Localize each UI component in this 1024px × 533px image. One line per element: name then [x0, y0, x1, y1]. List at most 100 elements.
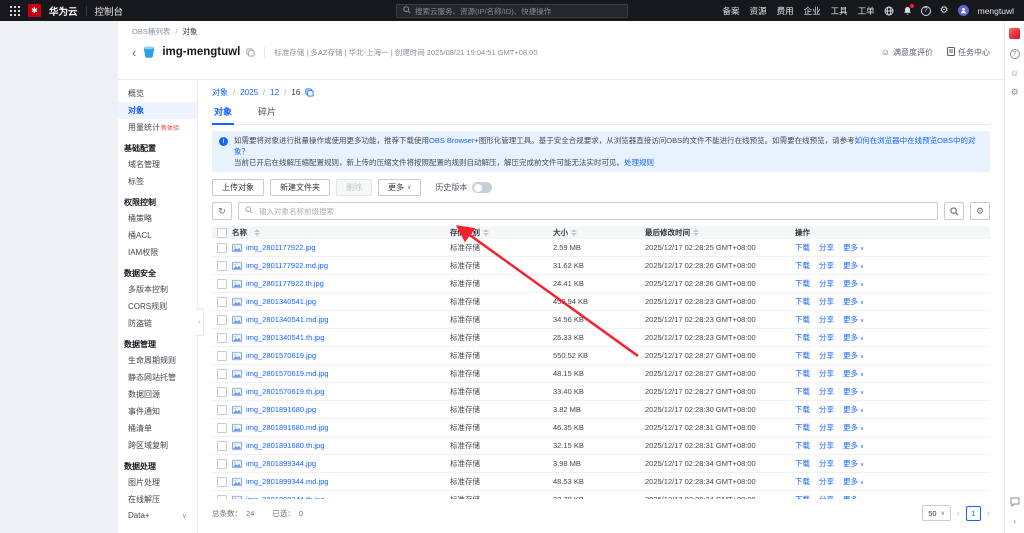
sidebar-item[interactable]: 概览 — [118, 85, 197, 102]
select-all-checkbox[interactable] — [217, 227, 227, 238]
row-action-more[interactable]: 更多∨ — [843, 440, 864, 451]
object-name-link[interactable]: img_2801891680.jpg — [246, 405, 316, 414]
row-action-more[interactable]: 更多∨ — [843, 476, 864, 487]
settings-icon[interactable]: ⚙ — [940, 5, 949, 16]
row-action-more[interactable]: 更多∨ — [843, 386, 864, 397]
global-search-input[interactable]: 搜索云服务、资源(IP/名称/ID)、快捷操作 — [396, 4, 628, 18]
object-search-input[interactable] — [257, 205, 931, 217]
header-nav-item[interactable]: 费用 — [777, 5, 794, 17]
more-button[interactable]: 更多 ∨ — [378, 179, 422, 196]
row-checkbox[interactable] — [217, 494, 227, 499]
row-action-download[interactable]: 下载 — [795, 368, 810, 379]
row-checkbox[interactable] — [217, 314, 227, 325]
upload-object-button[interactable]: 上传对象 — [212, 179, 264, 196]
object-name-link[interactable]: img_2801340541.md.jpg — [246, 315, 329, 324]
path-segment[interactable]: 12 — [270, 88, 279, 97]
bell-icon[interactable] — [903, 3, 914, 16]
support-chat-icon[interactable] — [1010, 497, 1020, 507]
row-checkbox[interactable] — [217, 476, 227, 487]
row-action-more[interactable]: 更多∨ — [843, 296, 864, 307]
row-checkbox[interactable] — [217, 278, 227, 289]
console-link[interactable]: 控制台 — [95, 4, 124, 18]
row-action-share[interactable]: 分享 — [819, 350, 834, 361]
sidebar-item[interactable]: 用量统计 新体验 — [118, 119, 197, 136]
tab[interactable]: 碎片 — [256, 102, 278, 124]
task-center-button[interactable]: 任务中心 — [947, 46, 990, 58]
row-action-download[interactable]: 下载 — [795, 422, 810, 433]
sidebar-item[interactable]: 对象 — [118, 102, 197, 119]
settings-icon[interactable]: ⚙ — [1010, 88, 1018, 97]
row-action-more[interactable]: 更多∨ — [843, 422, 864, 433]
question-icon[interactable]: ? — [920, 5, 931, 16]
sidebar-item[interactable]: CORS规则 — [118, 298, 197, 315]
row-action-more[interactable]: 更多∨ — [843, 278, 864, 289]
header-nav-item[interactable]: 企业 — [804, 5, 821, 17]
row-action-more[interactable]: 更多∨ — [843, 332, 864, 343]
feedback-button[interactable]: ☺ 满意度评价 — [881, 47, 933, 58]
row-action-more[interactable]: 更多∨ — [843, 404, 864, 415]
username[interactable]: mengtuwl — [978, 6, 1014, 16]
banner-link[interactable]: OBS Browser+ — [429, 136, 479, 145]
row-action-share[interactable]: 分享 — [819, 458, 834, 469]
column-settings-button[interactable]: ⚙ — [970, 202, 990, 220]
sidebar-item[interactable]: 数据回源 — [118, 386, 197, 403]
row-action-download[interactable]: 下载 — [795, 404, 810, 415]
row-action-share[interactable]: 分享 — [819, 422, 834, 433]
object-name-link[interactable]: img_2801899344.jpg — [246, 459, 316, 468]
object-name-link[interactable]: img_2801891680.md.jpg — [246, 423, 329, 432]
sidebar-item[interactable]: 静态网站托管 — [118, 369, 197, 386]
row-action-more[interactable]: 更多∨ — [843, 494, 864, 499]
prev-page-button[interactable]: ‹ — [957, 508, 960, 518]
sidebar-item[interactable]: IAM权限 — [118, 244, 197, 261]
row-action-share[interactable]: 分享 — [819, 260, 834, 271]
object-name-link[interactable]: img_2801340541.jpg — [246, 297, 316, 306]
new-folder-button[interactable]: 新建文件夹 — [270, 179, 330, 196]
next-page-button[interactable]: › — [987, 508, 990, 518]
header-nav-item[interactable]: 工具 — [831, 5, 848, 17]
object-name-link[interactable]: img_2801177922.jpg — [246, 243, 316, 252]
back-button[interactable]: ‹ — [132, 46, 136, 59]
row-action-download[interactable]: 下载 — [795, 260, 810, 271]
current-page[interactable]: 1 — [966, 505, 981, 521]
row-action-more[interactable]: 更多∨ — [843, 368, 864, 379]
sidebar-item[interactable]: 多版本控制 — [118, 281, 197, 298]
row-action-more[interactable]: 更多∨ — [843, 242, 864, 253]
object-name-link[interactable]: img_2801570619.md.jpg — [246, 369, 329, 378]
row-action-share[interactable]: 分享 — [819, 242, 834, 253]
row-checkbox[interactable] — [217, 440, 227, 451]
globe-icon[interactable] — [884, 6, 894, 16]
copy-bucket-name-icon[interactable] — [246, 47, 255, 57]
row-action-share[interactable]: 分享 — [819, 368, 834, 379]
advanced-search-button[interactable] — [944, 202, 964, 220]
page-size-select[interactable]: 50 ∨ — [922, 505, 951, 521]
row-action-share[interactable]: 分享 — [819, 296, 834, 307]
tab[interactable]: 对象 — [212, 102, 235, 125]
sidebar-item[interactable]: 桶清单 — [118, 420, 197, 437]
sidebar-item[interactable]: 跨区域复制 — [118, 437, 197, 454]
row-action-download[interactable]: 下载 — [795, 458, 810, 469]
row-checkbox[interactable] — [217, 296, 227, 307]
object-name-link[interactable]: img_2801340541.th.jpg — [246, 333, 324, 342]
sidebar-item[interactable]: 在线解压 — [118, 491, 197, 508]
column-name[interactable]: 名称 — [232, 227, 247, 238]
help-icon[interactable]: ? — [1009, 49, 1020, 59]
column-storage-class[interactable]: 存储类别 — [450, 227, 480, 238]
path-segment[interactable]: 2025 — [240, 88, 258, 97]
row-action-share[interactable]: 分享 — [819, 404, 834, 415]
object-name-link[interactable]: img_2801891680.th.jpg — [246, 441, 324, 450]
object-name-link[interactable]: img_2801570619.th.jpg — [246, 387, 324, 396]
sidebar-item[interactable]: Data+ ∨ — [118, 508, 197, 523]
refresh-button[interactable]: ↻ — [212, 202, 232, 220]
header-nav-item[interactable]: 工单 — [858, 5, 875, 17]
row-action-share[interactable]: 分享 — [819, 332, 834, 343]
row-checkbox[interactable] — [217, 350, 227, 361]
column-size[interactable]: 大小 — [553, 227, 568, 238]
row-checkbox[interactable] — [217, 260, 227, 271]
object-name-link[interactable]: img_2801177922.md.jpg — [246, 261, 328, 270]
object-name-link[interactable]: img_2801177922.th.jpg — [246, 279, 324, 288]
sort-icon[interactable] — [483, 229, 489, 236]
sidebar-item[interactable]: 事件通知 — [118, 403, 197, 420]
sidebar-item[interactable]: 桶策略 — [118, 210, 197, 227]
row-checkbox[interactable] — [217, 368, 227, 379]
row-checkbox[interactable] — [217, 242, 227, 253]
